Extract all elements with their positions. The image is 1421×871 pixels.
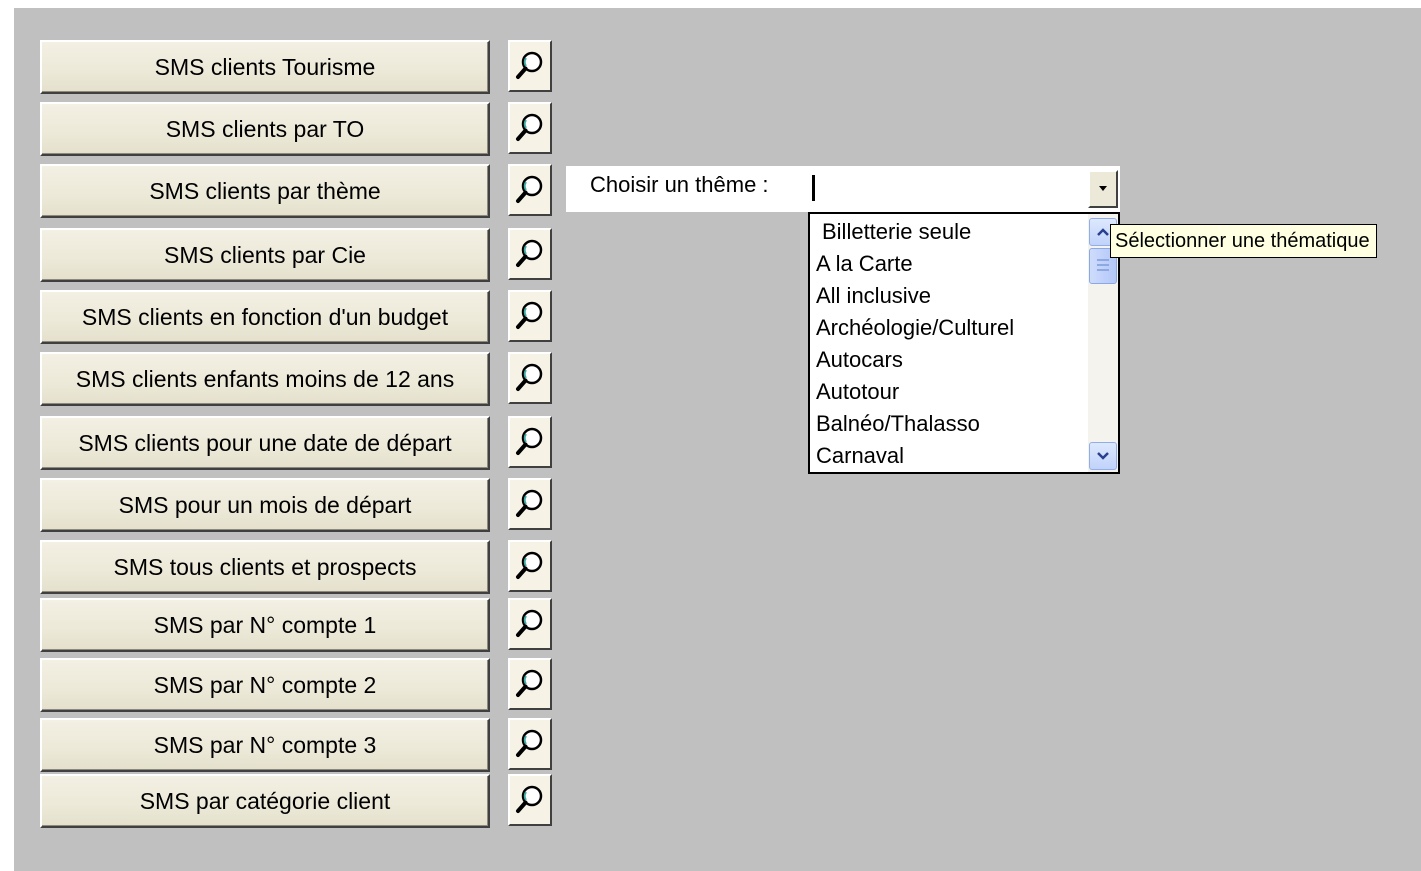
search-button[interactable] [508,352,552,404]
search-button[interactable] [508,416,552,468]
search-button[interactable] [508,40,552,92]
sms-budget-button[interactable]: SMS clients en fonction d'un budget [40,290,490,344]
theme-combobox[interactable] [808,166,1120,212]
theme-input[interactable] [812,172,1080,202]
sms-par-cie-button[interactable]: SMS clients par Cie [40,228,490,282]
text-caret [812,175,815,202]
theme-dropdown-button[interactable] [1088,170,1118,208]
search-button[interactable] [508,102,552,154]
magnifier-icon [516,363,543,391]
sms-compte-3-button[interactable]: SMS par N° compte 3 [40,718,490,772]
magnifier-icon [516,669,543,697]
grip-line [1097,264,1109,266]
theme-option-list: Billetterie seule A la Carte All inclusi… [810,214,1088,472]
sms-compte-2-button[interactable]: SMS par N° compte 2 [40,658,490,712]
magnifier-icon [516,551,543,579]
magnifier-icon [516,427,543,455]
magnifier-icon [516,113,543,141]
search-button[interactable] [508,658,552,710]
sms-par-theme-button[interactable]: SMS clients par thème [40,164,490,218]
list-item[interactable]: Archéologie/Culturel [810,312,1088,344]
list-item[interactable]: All inclusive [810,280,1088,312]
magnifier-icon [516,729,543,757]
chevron-up-icon [1097,228,1109,236]
chevron-down-icon [1097,452,1109,460]
grip-line [1097,269,1109,271]
magnifier-icon [516,609,543,637]
sms-tous-clients-button[interactable]: SMS tous clients et prospects [40,540,490,594]
search-button[interactable] [508,164,552,216]
list-item[interactable]: Autotour [810,376,1088,408]
search-button[interactable] [508,290,552,342]
magnifier-icon [516,239,543,267]
sms-par-to-button[interactable]: SMS clients par TO [40,102,490,156]
list-item[interactable]: Billetterie seule [810,216,1088,248]
grip-line [1097,259,1109,261]
sms-compte-1-button[interactable]: SMS par N° compte 1 [40,598,490,652]
sms-mois-depart-button[interactable]: SMS pour un mois de départ [40,478,490,532]
list-item[interactable]: A la Carte [810,248,1088,280]
magnifier-icon [516,489,543,517]
magnifier-icon [516,175,543,203]
sms-enfants-button[interactable]: SMS clients enfants moins de 12 ans [40,352,490,406]
sms-date-depart-button[interactable]: SMS clients pour une date de départ [40,416,490,470]
magnifier-icon [516,301,543,329]
search-button[interactable] [508,774,552,826]
search-button[interactable] [508,598,552,650]
search-button[interactable] [508,228,552,280]
theme-label: Choisir un thême : [590,172,769,197]
magnifier-icon [516,785,543,813]
theme-dropdown-list[interactable]: Billetterie seule A la Carte All inclusi… [808,212,1120,474]
search-button[interactable] [508,478,552,530]
sms-categorie-button[interactable]: SMS par catégorie client [40,774,490,828]
magnifier-icon [516,51,543,79]
scroll-down-button[interactable] [1089,442,1117,470]
theme-tooltip: Sélectionner une thématique [1110,224,1377,258]
list-item[interactable]: Balnéo/Thalasso [810,408,1088,440]
sms-tourisme-button[interactable]: SMS clients Tourisme [40,40,490,94]
list-item[interactable]: Carnaval [810,440,1088,472]
search-button[interactable] [508,540,552,592]
search-button[interactable] [508,718,552,770]
list-item[interactable]: Autocars [810,344,1088,376]
chevron-down-icon [1099,186,1107,191]
theme-label-box: Choisir un thême : [566,166,808,212]
